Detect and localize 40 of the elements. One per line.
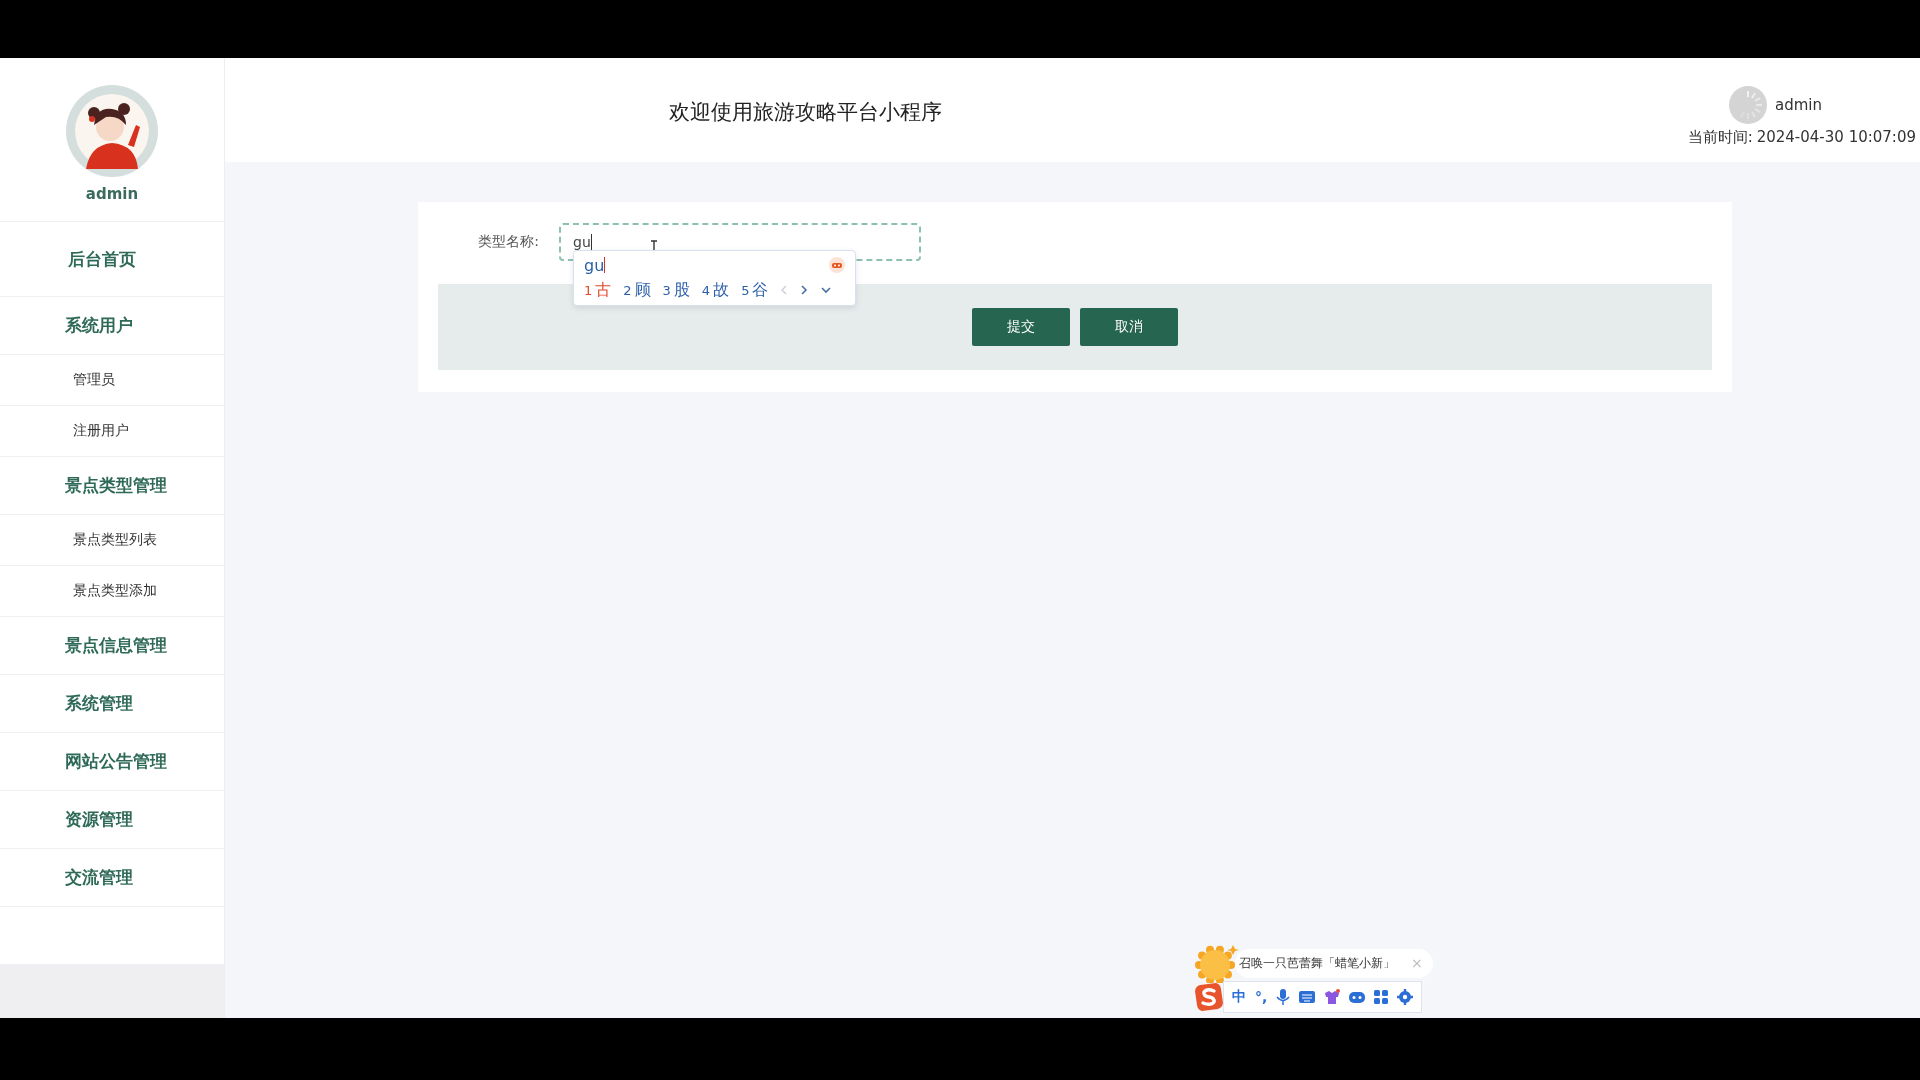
ime-candidate[interactable]: 2 顾 — [623, 279, 651, 301]
ime-candidate[interactable]: 5 谷 — [741, 279, 769, 301]
microphone-icon[interactable] — [1276, 989, 1291, 1005]
menu-item[interactable]: 景点类型添加 — [0, 566, 224, 617]
menu-group[interactable]: 景点类型管理 — [0, 457, 224, 515]
current-time: 2024-04-30 10:07:09 — [1756, 128, 1916, 147]
ime-candidate[interactable]: 1 古 — [584, 279, 612, 301]
page-next-icon[interactable] — [800, 284, 809, 296]
robot-icon[interactable] — [1349, 990, 1366, 1004]
settings-icon[interactable] — [1397, 989, 1414, 1005]
menu-group[interactable]: 资源管理 — [0, 791, 224, 849]
field-label: 类型名称: — [477, 233, 540, 251]
user-name: admin — [1775, 96, 1822, 114]
apps-icon[interactable] — [1374, 990, 1389, 1004]
menu-item[interactable]: 景点类型列表 — [0, 515, 224, 566]
page-title: 欢迎使用旅游攻略平台小程序 — [669, 99, 942, 126]
field-value: gu — [573, 234, 591, 250]
ime-candidate[interactable]: 4 故 — [701, 279, 730, 301]
menu-group[interactable]: 后台首页 — [0, 222, 224, 297]
menu-item[interactable]: 管理员 — [0, 355, 224, 406]
menu-item[interactable]: 注册用户 — [0, 406, 224, 457]
menu-group[interactable]: 景点信息管理 — [0, 617, 224, 675]
keyboard-icon[interactable] — [1299, 990, 1316, 1004]
form-button[interactable]: 取消 — [1080, 308, 1178, 346]
loading-icon — [1729, 86, 1767, 124]
menu-group[interactable]: 网站公告管理 — [0, 733, 224, 791]
menu-group[interactable]: 交流管理 — [0, 849, 224, 907]
sun-icon — [1195, 943, 1239, 983]
menu-group[interactable]: 系统用户 — [0, 297, 224, 355]
tip-text: 召唤一只芭蕾舞「蜡笔小新」 — [1239, 954, 1395, 972]
expand-icon[interactable] — [820, 286, 833, 294]
form-button[interactable]: 提交 — [972, 308, 1070, 346]
ime-candidate[interactable]: 3 股 — [662, 279, 690, 301]
time-label: 当前时间: — [1687, 128, 1753, 147]
user-name: admin — [85, 184, 139, 203]
menu-group[interactable]: 系统管理 — [0, 675, 224, 733]
ime-toggle[interactable]: °, — [1255, 989, 1268, 1005]
ime-toggle[interactable]: 中 — [1232, 988, 1246, 1006]
shirt-icon[interactable] — [1324, 989, 1341, 1005]
mascot-icon — [829, 257, 845, 273]
